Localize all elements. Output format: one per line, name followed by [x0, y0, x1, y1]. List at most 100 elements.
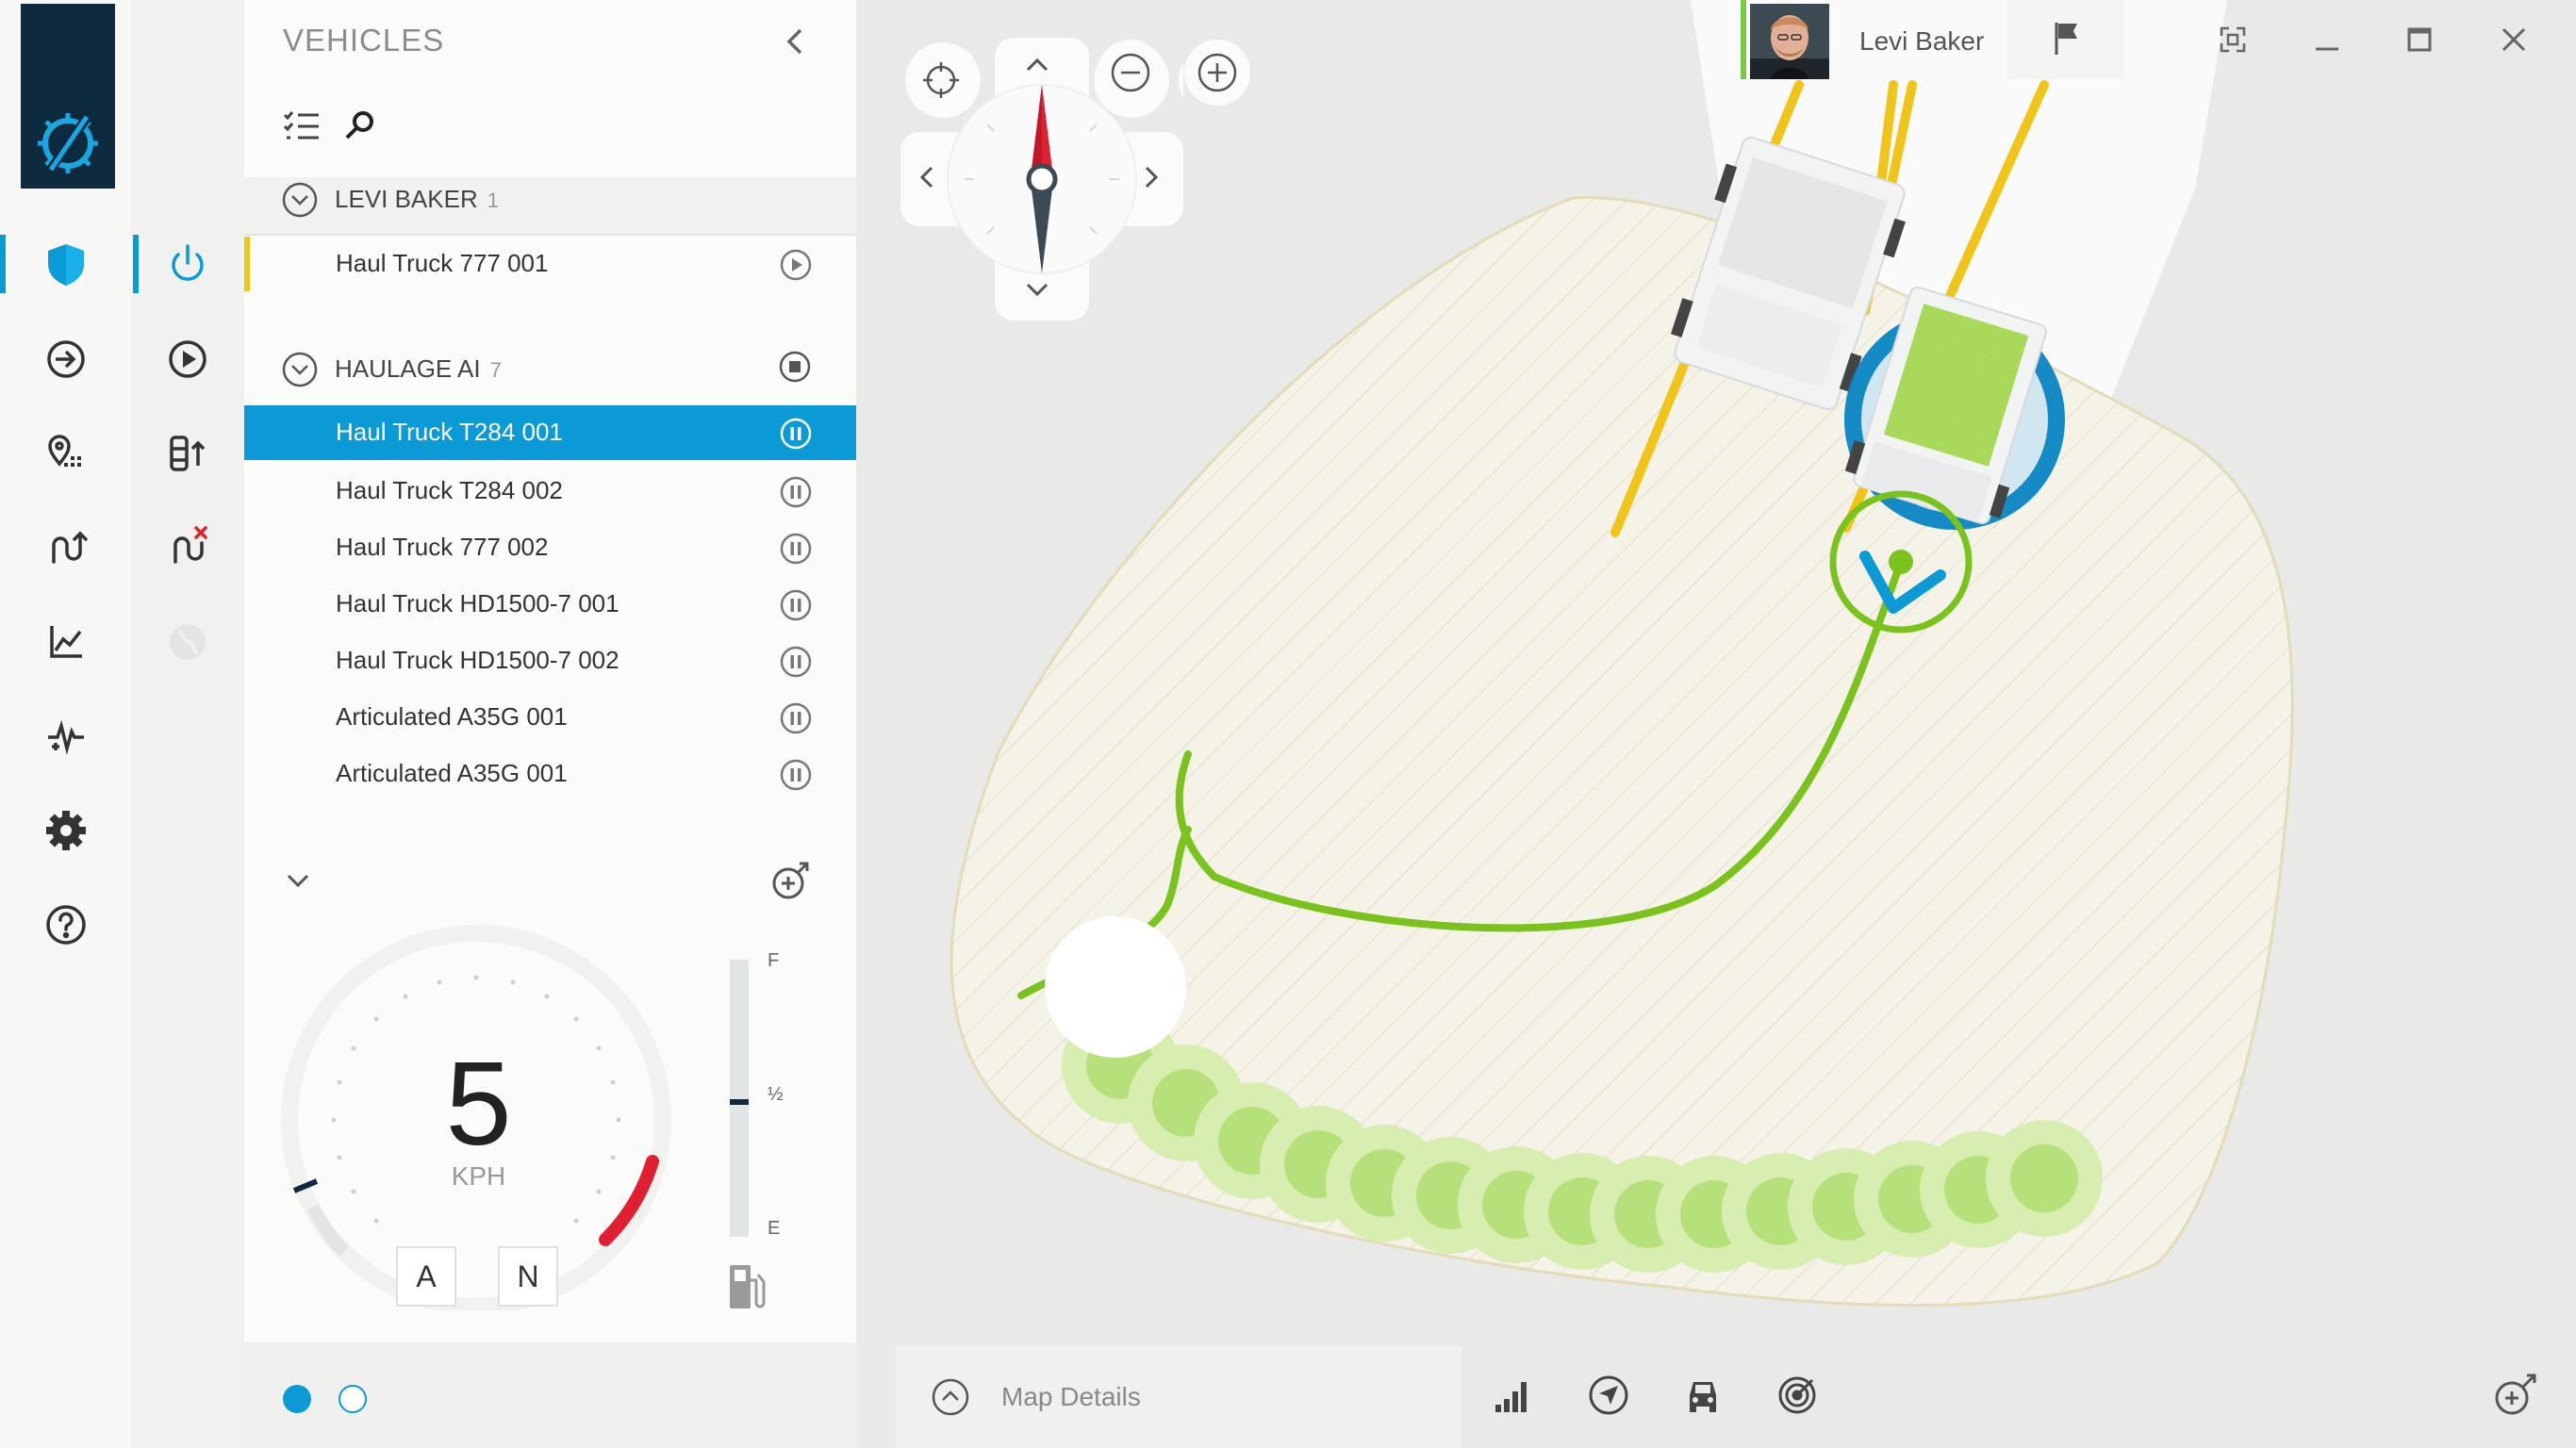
vehicle-row[interactable]: Articulated A35G 001 — [244, 747, 856, 801]
vehicle-row[interactable]: Haul Truck 777 001 — [244, 237, 856, 291]
maximize-button[interactable] — [2401, 21, 2438, 58]
line-chart-icon — [50, 626, 82, 658]
vehicle-row[interactable]: Haul Truck 777 002 — [244, 520, 856, 575]
pan-left-button[interactable] — [909, 158, 947, 196]
chevron-up-circle-icon — [932, 1378, 969, 1416]
pan-up-button[interactable] — [1018, 47, 1056, 85]
vehicle-row-selected[interactable]: Haul Truck T284 001 — [244, 405, 856, 460]
vehicle-pause-button[interactable] — [778, 587, 814, 623]
zoom-out-button[interactable] — [1098, 40, 1164, 106]
search-icon — [345, 111, 373, 140]
pause-circle-icon — [780, 702, 812, 734]
vehicle-name: Articulated A35G 001 — [336, 702, 568, 731]
pause-circle-icon — [780, 476, 812, 508]
pause-circle-icon — [780, 589, 812, 621]
pause-circle-icon — [780, 533, 812, 565]
mode-auto-button[interactable]: A — [396, 1246, 456, 1307]
filter-list-button[interactable] — [279, 104, 324, 149]
map-details-bar[interactable] — [896, 1346, 1461, 1448]
target-button[interactable] — [1771, 1369, 1824, 1422]
pulse-icon — [48, 719, 84, 755]
vehicle-pause-button[interactable] — [778, 531, 814, 567]
vehicle-row[interactable]: Haul Truck HD1500-7 001 — [244, 577, 856, 632]
nav-active-indicator — [0, 235, 6, 293]
recenter-button[interactable] — [919, 58, 963, 102]
vehicle-name: Haul Truck 777 001 — [336, 249, 549, 277]
panel-footer — [244, 1342, 856, 1448]
close-button[interactable] — [2495, 21, 2533, 58]
chevron-down-icon — [287, 874, 309, 888]
fullscreen-button[interactable] — [2214, 21, 2252, 58]
play-circle-icon — [780, 249, 812, 281]
flag-icon — [2055, 23, 2077, 55]
power-icon — [172, 244, 204, 281]
map-details-toggle[interactable] — [930, 1376, 971, 1418]
group-toggle-haulage-ai[interactable] — [281, 351, 319, 388]
vehicle-play-button[interactable] — [778, 247, 814, 283]
play-all-button[interactable] — [158, 330, 217, 388]
vehicle-name: Haul Truck HD1500-7 002 — [336, 646, 619, 674]
globe-icon — [170, 624, 206, 660]
group-header-levi-baker: LEVI BAKER 1 — [335, 185, 499, 214]
vehicle-pause-button[interactable] — [778, 474, 814, 510]
pause-circle-icon — [780, 646, 812, 678]
vehicle-pause-button[interactable] — [778, 700, 814, 736]
nav-route-button[interactable] — [37, 518, 95, 577]
group-name: LEVI BAKER — [335, 185, 478, 213]
stop-circle-icon — [779, 351, 811, 383]
minimize-button[interactable] — [2308, 21, 2346, 58]
close-icon — [2502, 27, 2526, 52]
nav-settings-button[interactable] — [37, 801, 95, 860]
nav-help-button[interactable] — [37, 896, 95, 954]
group-toggle-levi-baker[interactable] — [281, 181, 319, 219]
vehicle-name: Haul Truck HD1500-7 001 — [336, 589, 619, 617]
vehicle-row[interactable]: Articulated A35G 001 — [244, 690, 856, 745]
vehicle-pause-button[interactable] — [778, 416, 814, 452]
vehicle-row[interactable]: Haul Truck T284 002 — [244, 464, 856, 518]
popout-dashboard-button[interactable] — [768, 858, 813, 903]
pan-right-button[interactable] — [1131, 158, 1169, 196]
nav-analytics-button[interactable] — [37, 613, 95, 671]
map-details-label: Map Details — [1001, 1382, 1141, 1411]
zoom-in-button[interactable] — [1184, 40, 1250, 106]
nav-activity-button[interactable] — [37, 707, 95, 765]
collapse-panel-button[interactable] — [777, 23, 815, 60]
collapse-dashboard-button[interactable] — [279, 862, 317, 899]
vehicle-view-button[interactable] — [1676, 1369, 1729, 1422]
pause-circle-icon — [780, 759, 812, 791]
search-button[interactable] — [338, 104, 383, 149]
maximize-icon — [2407, 27, 2432, 52]
eject-vehicle-button[interactable] — [158, 424, 217, 483]
zoom-out-icon — [1111, 53, 1150, 92]
help-icon — [46, 905, 86, 945]
page-dot[interactable] — [339, 1385, 367, 1413]
fuel-half-label: ½ — [768, 1084, 784, 1105]
nav-location-button[interactable] — [37, 424, 95, 483]
nav-login-button[interactable] — [37, 330, 95, 388]
vehicle-row[interactable]: Haul Truck HD1500-7 002 — [244, 634, 856, 688]
popout-map-button[interactable] — [2489, 1369, 2542, 1422]
speed-unit: KPH — [451, 1161, 506, 1191]
group-stop-button[interactable] — [777, 349, 813, 385]
globe-button-disabled[interactable] — [158, 613, 217, 671]
group-count: 1 — [487, 189, 499, 212]
vehicle-pause-button[interactable] — [778, 644, 814, 680]
group-name: HAULAGE AI — [335, 354, 481, 383]
cancel-route-button[interactable] — [158, 518, 217, 577]
car-front-icon — [1690, 1382, 1716, 1412]
page-dot-active[interactable] — [283, 1385, 311, 1413]
checklist-icon — [283, 111, 319, 140]
navigation-button[interactable] — [1582, 1369, 1635, 1422]
power-button[interactable] — [158, 235, 217, 293]
user-name: Levi Baker — [1859, 26, 1985, 56]
group-count: 7 — [489, 358, 502, 382]
zoom-in-icon — [1197, 53, 1237, 92]
report-flag-button[interactable] — [2007, 0, 2124, 79]
pan-down-button[interactable] — [1018, 270, 1056, 307]
vehicle-pause-button[interactable] — [778, 757, 814, 793]
nav-safety-button[interactable] — [37, 235, 95, 293]
mode-neutral-button[interactable]: N — [498, 1246, 558, 1307]
signal-stats-button[interactable] — [1488, 1369, 1541, 1422]
signal-bars-icon — [1495, 1382, 1527, 1412]
fullscreen-icon — [2220, 26, 2246, 53]
